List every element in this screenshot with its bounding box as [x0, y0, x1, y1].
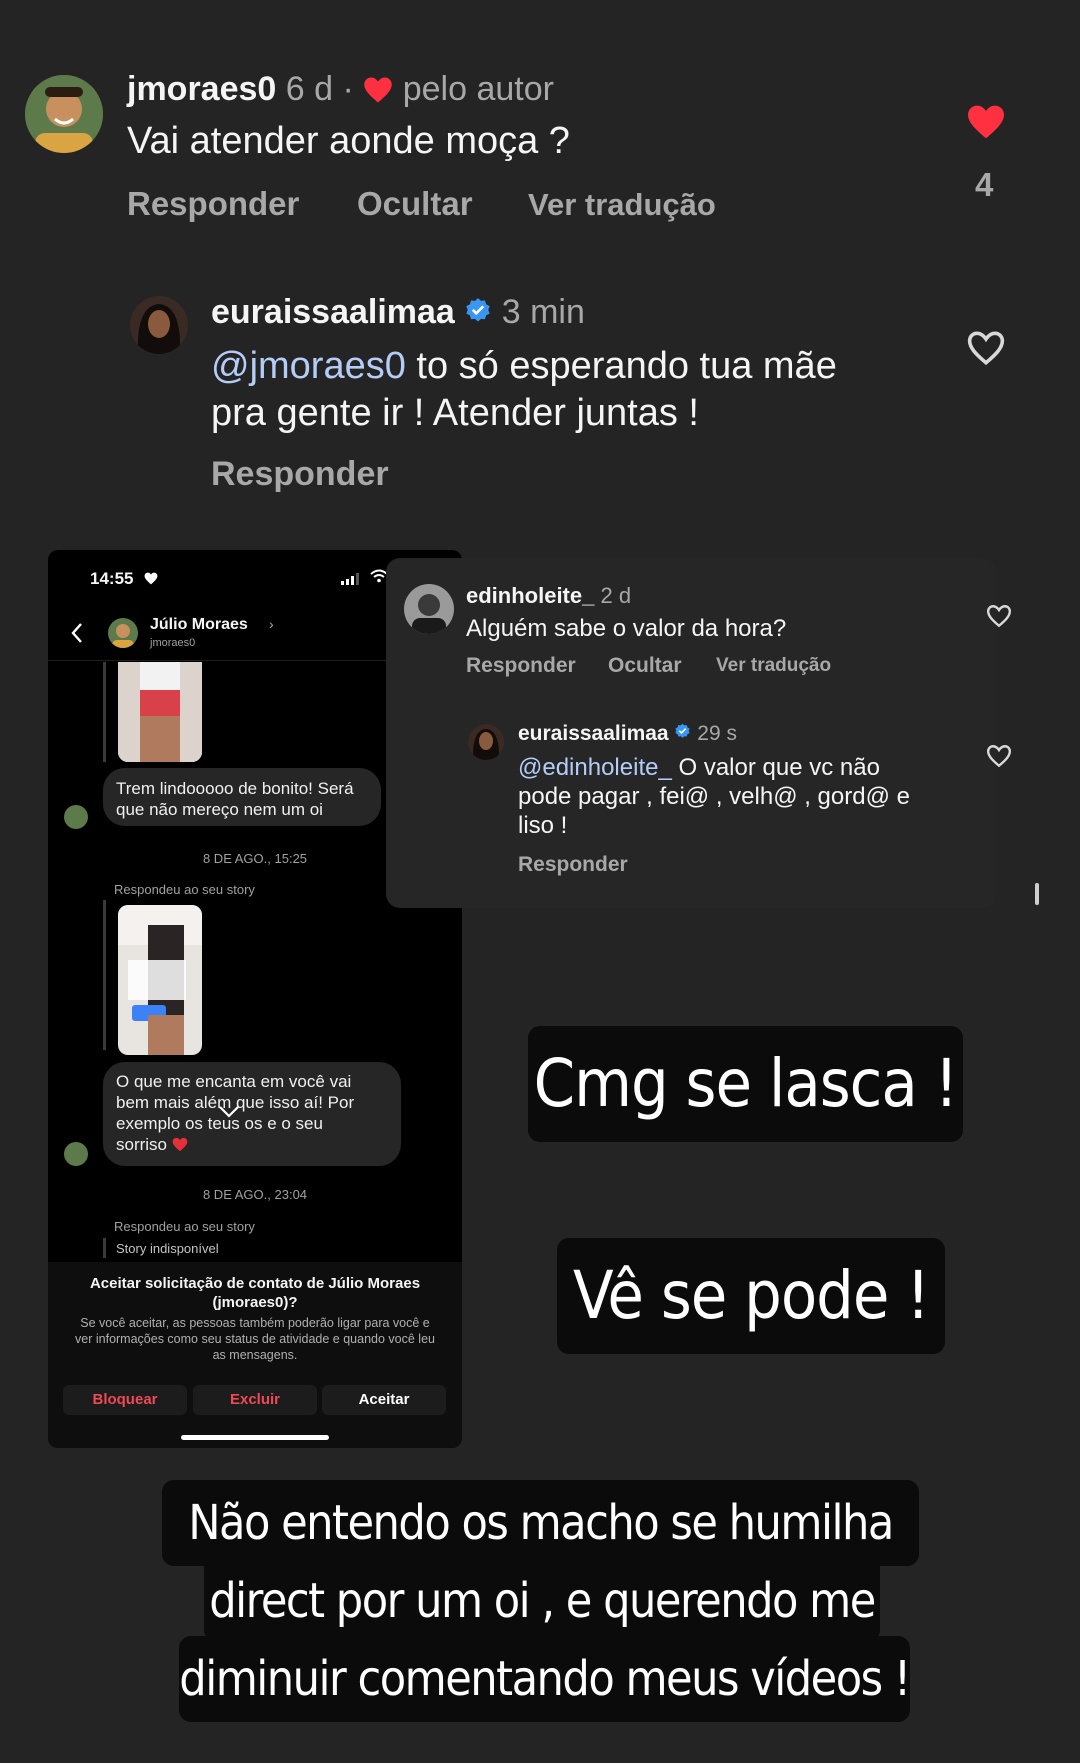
comment-text: Vai atender aonde moça ? — [127, 120, 570, 162]
signal-icon — [341, 572, 361, 590]
reply-text-line2: pra gente ir ! Atender juntas ! — [211, 392, 699, 434]
message-2-line4-text: sorriso — [116, 1135, 168, 1154]
card-reply-time: 29 s — [697, 722, 737, 745]
verified-icon — [464, 295, 492, 334]
card-hide-button[interactable]: Ocultar — [608, 654, 682, 678]
card-reply-username[interactable]: euraissaalimaa — [518, 722, 669, 745]
status-time: 14:55 — [90, 569, 134, 588]
sender-avatar — [64, 805, 88, 829]
author-heart-icon — [363, 74, 393, 113]
card-comment-header: edinholeite_ 2 d — [466, 583, 631, 609]
contact-name[interactable]: Júlio Moraes — [150, 616, 248, 634]
delete-button[interactable]: Excluir — [193, 1385, 317, 1415]
comment-time: 6 d — [285, 70, 334, 108]
card-reply-text: @edinholeite_ O valor que vc não pode pa… — [518, 753, 988, 840]
request-title: Aceitar solicitação de contato de Júlio … — [89, 1275, 421, 1311]
message-2-line4: sorriso — [116, 1134, 388, 1157]
story-thumbnail-2[interactable] — [118, 905, 202, 1055]
block-button[interactable]: Bloquear — [63, 1385, 187, 1415]
story-reply-bar — [103, 662, 106, 762]
card-reply-mention[interactable]: @edinholeite_ — [518, 754, 672, 781]
message-2-line1: O que me encanta em você vai — [116, 1072, 352, 1091]
reply-time: 3 min — [501, 293, 585, 331]
card-reply-heart-outline-icon[interactable] — [986, 744, 1012, 773]
reply-text: @jmoraes0 to só esperando tua mãe pra ge… — [211, 343, 971, 437]
reply-username[interactable]: euraissaalimaa — [211, 293, 455, 331]
card-reply-line1: O valor que vc não — [671, 754, 880, 781]
avatar-jmoraes0[interactable] — [25, 75, 103, 153]
story-unavailable-label: Story indisponível — [116, 1241, 219, 1256]
message-2-line3: exemplo os teus os e o seu — [116, 1114, 323, 1133]
contact-handle: jmoraes0 — [150, 637, 196, 649]
separator-dot: · — [342, 70, 354, 108]
caption-1: Cmg se lasca ! — [528, 1026, 963, 1142]
message-bubble-1[interactable]: Trem lindooooo de bonito! Será que não m… — [103, 768, 381, 826]
card-comment-text: Alguém sabe o valor da hora? — [466, 615, 787, 642]
contact-name-chevron-icon: › — [269, 616, 274, 632]
card-comment-time: 2 d — [600, 583, 632, 608]
card-reply-line2: pode pagar , fei@ , velh@ , gord@ e — [518, 783, 910, 810]
comment-translate-button[interactable]: Ver tradução — [528, 187, 716, 223]
reply-text-line1: to só esperando tua mãe — [405, 345, 837, 387]
date-divider-2: 8 DE AGO., 23:04 — [202, 1187, 308, 1202]
caption-3-line1: Não entendo os macho se humilha no — [162, 1480, 919, 1637]
reply-header: euraissaalimaa 3 min — [211, 293, 585, 334]
card-reply-line3: liso ! — [518, 812, 568, 839]
avatar-edinholeite[interactable] — [404, 584, 454, 634]
liked-by-author-label: pelo autor — [402, 70, 554, 108]
story-reply-bar-2 — [103, 900, 106, 1050]
story-reply-bar-3 — [103, 1238, 106, 1258]
caption-3-line3: diminuir comentando meus vídeos ! — [179, 1636, 911, 1722]
heart-outline-icon[interactable] — [966, 330, 1006, 371]
like-count: 4 — [975, 166, 994, 203]
red-heart-icon — [172, 1136, 188, 1157]
card-reply-reply-button[interactable]: Responder — [518, 853, 628, 877]
card-reply-button[interactable]: Responder — [466, 654, 576, 678]
reply-reply-button[interactable]: Responder — [211, 455, 389, 494]
reply-mention[interactable]: @jmoraes0 — [211, 345, 406, 387]
comment-username[interactable]: jmoraes0 — [127, 70, 276, 108]
comment-hide-button[interactable]: Ocultar — [357, 185, 473, 223]
card-comment-username[interactable]: edinholeite_ — [466, 583, 594, 608]
scroll-indicator — [1035, 883, 1039, 905]
replied-story-label-2: Respondeu ao seu story — [114, 1219, 255, 1234]
status-heart-icon — [144, 572, 158, 590]
card-reply-header: euraissaalimaa 29 s — [518, 722, 737, 746]
comment-card-screenshot: edinholeite_ 2 d Alguém sabe o valor da … — [386, 558, 1012, 908]
accept-button[interactable]: Aceitar — [322, 1385, 446, 1415]
replied-story-label-1: Respondeu ao seu story — [114, 882, 255, 897]
avatar-euraissaalimaa[interactable] — [130, 296, 188, 354]
card-translate-button[interactable]: Ver tradução — [716, 655, 831, 677]
story-thumbnail-1[interactable] — [118, 662, 202, 762]
contact-avatar[interactable] — [108, 618, 138, 648]
comment-reply-button[interactable]: Responder — [127, 185, 299, 223]
chevron-down-icon[interactable] — [218, 1105, 240, 1124]
message-2-line2: bem mais além que isso aí! Por — [116, 1093, 355, 1112]
back-chevron-icon[interactable] — [70, 622, 84, 649]
request-body: Se você aceitar, as pessoas também poder… — [75, 1316, 435, 1362]
heart-filled-icon[interactable] — [966, 104, 1006, 145]
sender-avatar-2 — [64, 1142, 88, 1166]
home-indicator — [181, 1435, 329, 1440]
message-bubble-2[interactable]: O que me encanta em você vai bem mais al… — [103, 1062, 401, 1166]
caption-2: Vê se pode ! — [557, 1238, 945, 1354]
card-verified-icon — [674, 722, 691, 746]
card-reply-avatar[interactable] — [468, 724, 504, 760]
comment-header: jmoraes0 6 d · pelo autor — [127, 70, 554, 113]
caption-3-line2: direct por um oi , e querendo me — [204, 1560, 880, 1642]
card-heart-outline-icon[interactable] — [986, 604, 1012, 633]
